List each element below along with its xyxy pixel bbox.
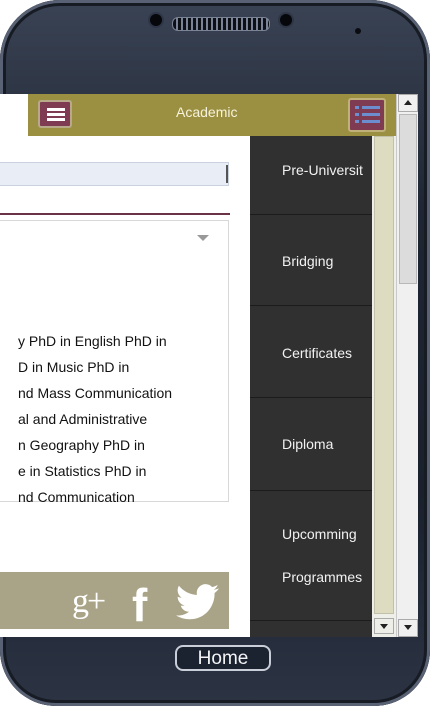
side-nav-scrollbar[interactable]	[372, 136, 396, 637]
sidebar-item-label: Programmes	[282, 569, 363, 585]
front-camera-icon	[280, 14, 292, 26]
facebook-icon[interactable]: f	[132, 580, 147, 630]
page-title: Academic	[176, 104, 238, 120]
app-screen: y PhD in English PhD in D in Music PhD i…	[0, 94, 418, 637]
earpiece-speaker	[172, 17, 270, 31]
home-button-label: Home	[197, 648, 249, 669]
home-button[interactable]: Home	[175, 645, 271, 671]
arrow-down-icon	[380, 624, 388, 629]
scrollbar-thumb[interactable]	[374, 136, 394, 614]
section-divider	[0, 213, 230, 215]
page-scrollbar[interactable]	[396, 94, 418, 637]
scroll-up-button[interactable]	[398, 94, 418, 112]
sidebar-item-pre-university[interactable]: Pre-Universit	[250, 136, 372, 215]
list-menu-button[interactable]	[348, 98, 386, 132]
chevron-down-icon[interactable]	[197, 235, 209, 241]
sidebar-item-label: Certificates	[282, 345, 353, 361]
search-input[interactable]	[0, 162, 229, 186]
sidebar-item-certificates[interactable]: Certificates	[250, 306, 372, 398]
text-cursor	[226, 165, 228, 183]
scrollbar-thumb[interactable]	[399, 114, 417, 284]
main-content: y PhD in English PhD in D in Music PhD i…	[0, 138, 250, 637]
twitter-icon[interactable]	[176, 584, 220, 620]
proximity-sensor	[355, 28, 361, 34]
sidebar-item-label: Pre-Universit	[282, 162, 363, 178]
hamburger-menu-button[interactable]	[38, 100, 72, 128]
scroll-down-button[interactable]	[374, 618, 394, 634]
sidebar-item-upcoming-programmes[interactable]: Upcomming Programmes	[250, 491, 372, 621]
arrow-down-icon	[404, 625, 412, 630]
sidebar-item-label: Diploma	[282, 436, 334, 452]
sidebar-item-label: Bridging	[282, 253, 334, 269]
app-header: Academic	[28, 94, 398, 136]
sidebar-item-bridging[interactable]: Bridging	[250, 215, 372, 306]
google-plus-icon[interactable]: g+	[72, 583, 106, 621]
sidebar-item-label: Upcomming	[282, 526, 357, 542]
scroll-down-button[interactable]	[398, 619, 418, 637]
side-navigation: Pre-Universit Bridging Certificates Dipl…	[250, 136, 372, 637]
sidebar-item-diploma[interactable]: Diploma	[250, 398, 372, 491]
front-camera-icon	[150, 14, 162, 26]
phone-frame: y PhD in English PhD in D in Music PhD i…	[0, 0, 430, 706]
programmes-list-text: y PhD in English PhD in D in Music PhD i…	[18, 333, 173, 505]
arrow-up-icon	[404, 100, 412, 105]
